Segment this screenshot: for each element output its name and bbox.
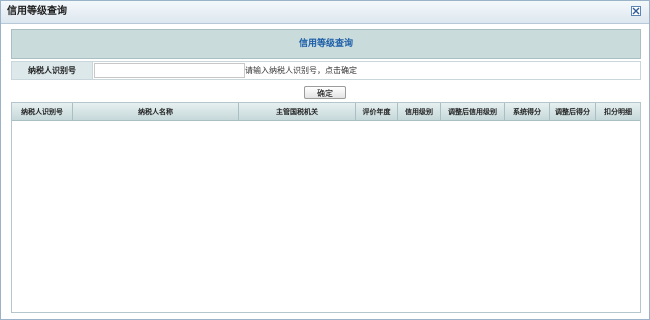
results-table: 纳税人识别号 纳税人名称 主管国税机关 评价年度 信用级别 调整后信用级别 系统…	[11, 102, 641, 313]
column-header-tax-authority[interactable]: 主管国税机关	[239, 103, 356, 121]
column-header-adjusted-credit-level[interactable]: 调整后信用级别	[441, 103, 505, 121]
column-header-taxpayer-id[interactable]: 纳税人识别号	[12, 103, 73, 121]
credit-query-dialog: 信用等级查询 信用等级查询 纳税人识别号 请输入纳税人识别号，点击确定 确定 纳…	[0, 0, 650, 320]
search-row: 纳税人识别号 请输入纳税人识别号，点击确定	[11, 61, 641, 80]
page-heading-panel: 信用等级查询	[11, 29, 641, 59]
column-header-adjusted-score[interactable]: 调整后得分	[550, 103, 596, 121]
column-header-deduction-details[interactable]: 扣分明细	[596, 103, 640, 121]
column-header-eval-year[interactable]: 评价年度	[356, 103, 398, 121]
search-hint: 请输入纳税人识别号，点击确定	[245, 66, 357, 75]
page-heading: 信用等级查询	[298, 39, 353, 49]
dialog-titlebar: 信用等级查询	[1, 1, 649, 24]
taxpayer-id-input[interactable]	[94, 63, 245, 78]
column-header-credit-level[interactable]: 信用级别	[398, 103, 441, 121]
dialog-title: 信用等级查询	[7, 6, 67, 17]
column-header-taxpayer-name[interactable]: 纳税人名称	[73, 103, 239, 121]
close-icon[interactable]	[631, 6, 641, 16]
confirm-button[interactable]: 确定	[304, 86, 346, 99]
taxpayer-id-label: 纳税人识别号	[12, 62, 93, 79]
column-header-system-score[interactable]: 系统得分	[505, 103, 550, 121]
table-header: 纳税人识别号 纳税人名称 主管国税机关 评价年度 信用级别 调整后信用级别 系统…	[12, 103, 640, 121]
